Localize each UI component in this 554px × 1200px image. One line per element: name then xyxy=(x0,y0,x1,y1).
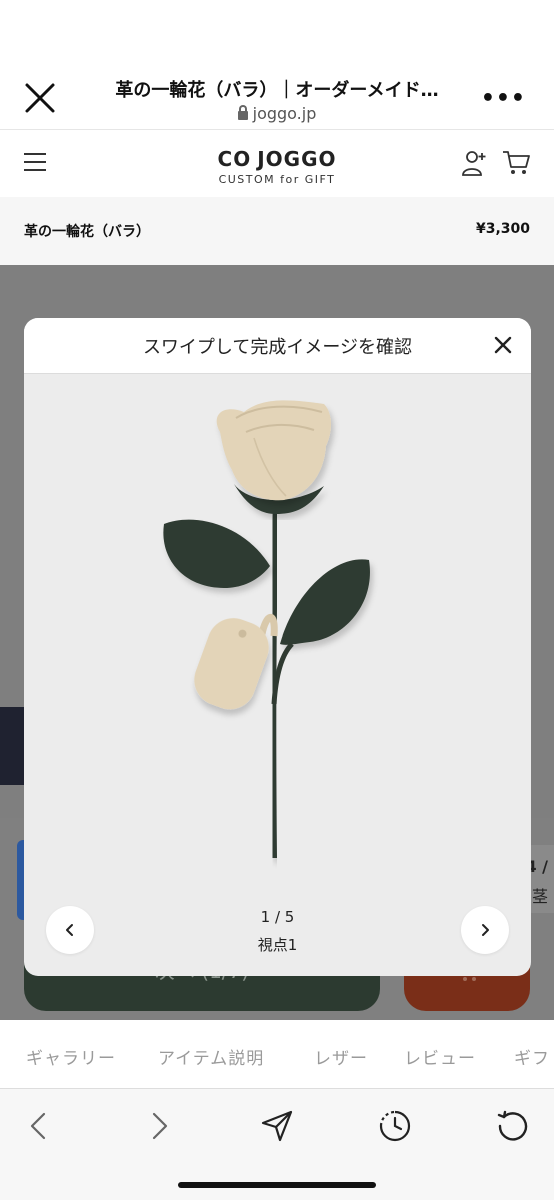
section-tabs: ギャラリー アイテム説明 レザー レビュー ギフ xyxy=(0,1020,554,1088)
reload-icon[interactable] xyxy=(496,1109,530,1143)
forward-icon[interactable] xyxy=(142,1109,176,1143)
next-image-button[interactable] xyxy=(461,906,509,954)
tab-item-description[interactable]: アイテム説明 xyxy=(158,1044,264,1069)
modal-title: スワイプして完成イメージを確認 xyxy=(142,337,413,358)
tab-reviews[interactable]: レビュー xyxy=(404,1044,476,1069)
back-icon[interactable] xyxy=(22,1109,56,1143)
cart-icon[interactable] xyxy=(502,149,532,177)
product-name: 革の一輪花（バラ） xyxy=(24,224,150,240)
logo-name: JOGGO xyxy=(257,147,337,171)
home-indicator[interactable] xyxy=(178,1182,376,1188)
view-label: 視点1 xyxy=(257,936,298,954)
lock-icon xyxy=(237,105,248,120)
logo-mark: CO xyxy=(217,147,252,171)
preview-modal: スワイプして完成イメージを確認 1 / 5 視点1 xyxy=(24,318,531,976)
url-display[interactable]: joggo.jp xyxy=(0,104,554,123)
modal-header: スワイプして完成イメージを確認 xyxy=(24,318,531,374)
site-header: CO JOGGO CUSTOM for GIFT xyxy=(0,131,554,197)
rose-preview-image[interactable] xyxy=(24,374,531,874)
image-counter: 1 / 5 xyxy=(260,908,295,926)
more-options-icon[interactable]: ••• xyxy=(481,86,526,111)
domain-text: joggo.jp xyxy=(252,104,317,123)
add-user-icon[interactable] xyxy=(460,149,488,177)
share-icon[interactable] xyxy=(260,1109,294,1143)
browser-top-bar: 革の一輪花（バラ）｜オーダーメイド… joggo.jp ••• xyxy=(0,0,554,130)
tab-leather[interactable]: レザー xyxy=(314,1044,368,1069)
modal-close-icon[interactable] xyxy=(493,335,513,355)
tab-gift[interactable]: ギフ xyxy=(514,1044,550,1069)
tab-gallery[interactable]: ギャラリー xyxy=(26,1044,116,1069)
product-price: ¥3,300 xyxy=(475,221,530,237)
history-icon[interactable] xyxy=(378,1109,412,1143)
chevron-right-icon xyxy=(482,924,489,936)
background-banner xyxy=(0,707,24,785)
background-step-label: 茎 xyxy=(531,887,548,906)
page-title: 革の一輪花（バラ）｜オーダーメイド… xyxy=(115,80,439,101)
product-bar: 革の一輪花（バラ） ¥3,300 xyxy=(0,197,554,265)
